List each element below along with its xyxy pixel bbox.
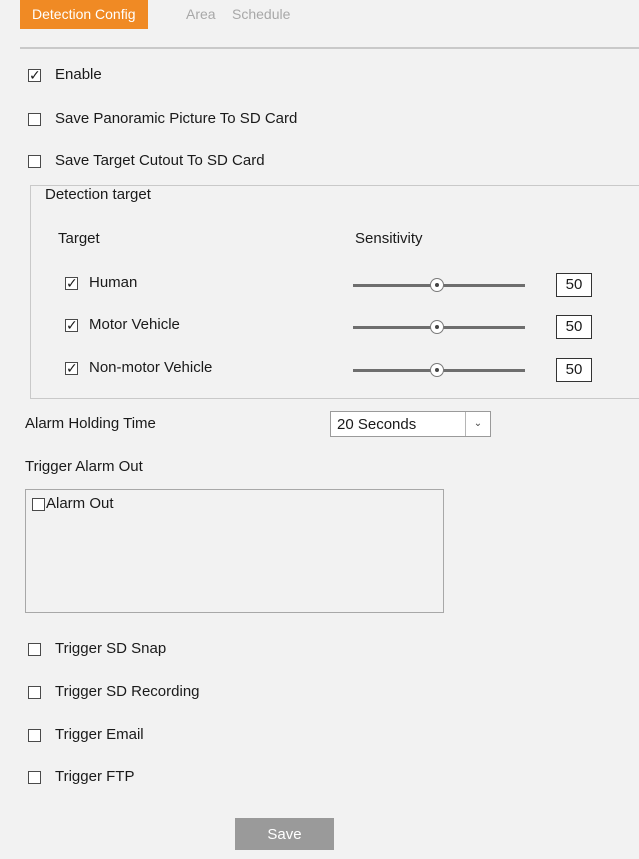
motor-vehicle-checkbox[interactable]: ✓ xyxy=(65,317,78,333)
human-label: Human xyxy=(89,274,138,291)
motor-vehicle-label: Motor Vehicle xyxy=(89,316,180,333)
motor-vehicle-sensitivity-input[interactable]: 50 xyxy=(556,315,592,339)
detection-target-legend: Detection target xyxy=(42,186,154,203)
tab-detection-config[interactable]: Detection Config xyxy=(20,0,148,29)
trigger-email-checkbox[interactable] xyxy=(28,729,41,742)
tab-schedule[interactable]: Schedule xyxy=(232,0,290,29)
trigger-sd-recording-label: Trigger SD Recording xyxy=(55,683,200,700)
chevron-down-icon[interactable]: ⌄ xyxy=(465,412,490,436)
check-icon: ✓ xyxy=(66,275,78,291)
alarm-out-list: Alarm Out xyxy=(25,489,444,613)
check-icon: ✓ xyxy=(29,67,41,83)
save-cutout-label: Save Target Cutout To SD Card xyxy=(55,152,265,169)
human-checkbox[interactable]: ✓ xyxy=(65,275,78,291)
motor-vehicle-slider-thumb-icon[interactable] xyxy=(430,320,444,334)
alarm-holding-time-value: 20 Seconds xyxy=(337,416,417,433)
check-icon: ✓ xyxy=(66,360,78,376)
non-motor-vehicle-slider-thumb-icon[interactable] xyxy=(430,363,444,377)
save-cutout-checkbox[interactable] xyxy=(28,155,41,168)
non-motor-vehicle-label: Non-motor Vehicle xyxy=(89,359,213,376)
target-column-header: Target xyxy=(58,230,100,247)
tab-divider xyxy=(20,47,639,49)
alarm-out-label: Alarm Out xyxy=(46,495,114,512)
non-motor-vehicle-sensitivity-input[interactable]: 50 xyxy=(556,358,592,382)
enable-label: Enable xyxy=(55,66,102,83)
alarm-out-checkbox[interactable] xyxy=(32,498,45,511)
trigger-ftp-label: Trigger FTP xyxy=(55,768,135,785)
human-sensitivity-input[interactable]: 50 xyxy=(556,273,592,297)
trigger-ftp-checkbox[interactable] xyxy=(28,771,41,784)
check-icon: ✓ xyxy=(66,317,78,333)
trigger-email-label: Trigger Email xyxy=(55,726,144,743)
enable-checkbox[interactable]: ✓ xyxy=(28,67,41,83)
human-slider-thumb-icon[interactable] xyxy=(430,278,444,292)
trigger-sd-snap-label: Trigger SD Snap xyxy=(55,640,167,657)
trigger-alarm-out-label: Trigger Alarm Out xyxy=(25,458,143,475)
trigger-sd-recording-checkbox[interactable] xyxy=(28,686,41,699)
save-button[interactable]: Save xyxy=(235,818,334,850)
alarm-holding-time-label: Alarm Holding Time xyxy=(25,415,156,432)
sensitivity-column-header: Sensitivity xyxy=(355,230,423,247)
save-panoramic-label: Save Panoramic Picture To SD Card xyxy=(55,110,298,127)
save-panoramic-checkbox[interactable] xyxy=(28,113,41,126)
trigger-sd-snap-checkbox[interactable] xyxy=(28,643,41,656)
tab-area[interactable]: Area xyxy=(186,0,216,29)
non-motor-vehicle-checkbox[interactable]: ✓ xyxy=(65,360,78,376)
alarm-holding-time-select[interactable]: 20 Seconds ⌄ xyxy=(330,411,491,437)
